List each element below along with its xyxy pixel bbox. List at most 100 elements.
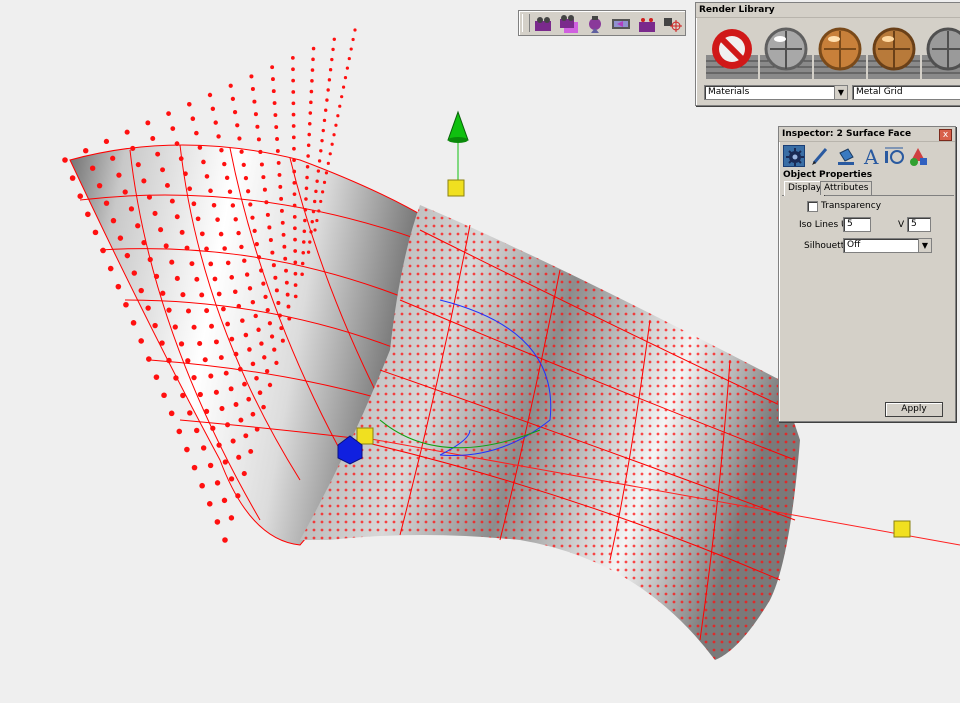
camera-film-icon[interactable]	[611, 14, 631, 34]
camera-crosshair-icon[interactable]	[663, 14, 683, 34]
control-point	[301, 251, 306, 255]
control-point	[340, 95, 344, 99]
apply-button[interactable]: Apply	[885, 402, 943, 417]
control-point	[304, 186, 309, 191]
control-point	[291, 67, 295, 72]
control-point	[258, 149, 263, 154]
bronze-material-icon[interactable]	[868, 25, 920, 79]
control-point	[261, 175, 266, 180]
close-icon[interactable]: x	[939, 129, 952, 141]
camera-select-icon[interactable]	[559, 14, 579, 34]
control-point	[77, 193, 84, 199]
control-point	[292, 192, 297, 197]
control-point	[204, 246, 209, 252]
copper-material-icon[interactable]	[814, 25, 866, 79]
control-point	[267, 321, 273, 326]
library-select[interactable]: Metal Grid	[852, 85, 960, 100]
control-point	[300, 261, 305, 266]
control-point	[219, 148, 224, 153]
control-point	[92, 229, 99, 236]
paint-bucket-icon[interactable]	[835, 145, 857, 167]
tab-attributes[interactable]: Attributes	[820, 181, 873, 195]
control-point	[130, 145, 136, 151]
control-point	[322, 118, 327, 123]
control-point	[293, 294, 298, 299]
control-point	[208, 261, 214, 267]
control-point	[187, 102, 192, 107]
control-point	[103, 138, 110, 145]
tab-display[interactable]: Display	[784, 181, 826, 196]
chevron-down-icon[interactable]: ▼	[918, 239, 931, 252]
object-properties-icon[interactable]	[783, 145, 805, 167]
control-point	[178, 156, 184, 162]
svg-text:A: A	[863, 145, 879, 167]
control-point	[263, 294, 268, 299]
control-point	[334, 123, 338, 127]
control-point	[257, 390, 263, 396]
control-point	[279, 196, 284, 201]
control-point	[225, 260, 231, 266]
toolbar-grip[interactable]	[522, 14, 530, 32]
control-point	[160, 167, 166, 173]
control-point	[279, 326, 284, 331]
control-point	[110, 217, 117, 224]
control-point	[309, 89, 314, 94]
control-point	[236, 303, 242, 309]
control-point	[291, 112, 296, 117]
control-point	[315, 179, 319, 183]
control-point	[228, 83, 233, 88]
control-point	[265, 307, 270, 313]
control-point	[131, 270, 138, 276]
control-point	[292, 158, 296, 162]
control-point	[204, 174, 210, 179]
control-point	[216, 134, 221, 139]
control-point	[313, 228, 317, 232]
control-point	[158, 227, 164, 233]
iso-v-field[interactable]: 5	[907, 217, 931, 232]
text-icon[interactable]: A	[861, 145, 883, 169]
control-point	[311, 209, 316, 214]
control-point	[190, 116, 196, 121]
pen-icon[interactable]	[809, 145, 831, 167]
transparency-checkbox[interactable]	[807, 201, 818, 212]
control-point	[214, 480, 221, 486]
control-point	[216, 442, 222, 448]
silver-material-icon[interactable]	[760, 25, 812, 79]
dimension-icon[interactable]	[883, 145, 905, 167]
control-point	[166, 307, 172, 313]
control-point	[259, 341, 264, 346]
control-point	[197, 145, 203, 150]
control-point	[261, 404, 266, 410]
control-point	[271, 263, 276, 268]
control-point	[232, 109, 238, 115]
camera-icon[interactable]	[533, 14, 553, 34]
silhouette-select[interactable]: Off ▼	[843, 238, 932, 253]
camera-target-icon[interactable]	[585, 14, 605, 34]
control-point	[250, 86, 255, 92]
control-point	[286, 304, 291, 309]
chrome-material-icon[interactable]	[922, 25, 960, 79]
section-title: Object Properties	[783, 170, 873, 180]
control-point	[208, 188, 213, 194]
control-point	[153, 374, 160, 380]
render-shapes-icon[interactable]	[907, 145, 929, 167]
no-material-icon[interactable]	[706, 25, 758, 79]
control-point	[271, 77, 275, 82]
chevron-down-icon[interactable]: ▼	[834, 86, 847, 99]
control-point	[116, 172, 122, 178]
inspector-title[interactable]: Inspector: 2 Surface Face	[779, 127, 955, 142]
control-point	[292, 169, 297, 174]
control-point	[185, 308, 192, 314]
control-point	[233, 402, 239, 407]
camera-pair-icon[interactable]	[637, 14, 657, 34]
control-point	[166, 111, 171, 116]
control-point	[240, 318, 245, 323]
camera-toolbar	[518, 10, 686, 36]
iso-u-field[interactable]: 5	[843, 217, 871, 232]
category-select[interactable]: Materials ▼	[704, 85, 848, 100]
control-point	[341, 85, 346, 89]
control-point	[230, 438, 236, 444]
control-point	[229, 336, 235, 342]
render-library-title[interactable]: Render Library	[696, 3, 960, 18]
control-point	[250, 299, 256, 305]
